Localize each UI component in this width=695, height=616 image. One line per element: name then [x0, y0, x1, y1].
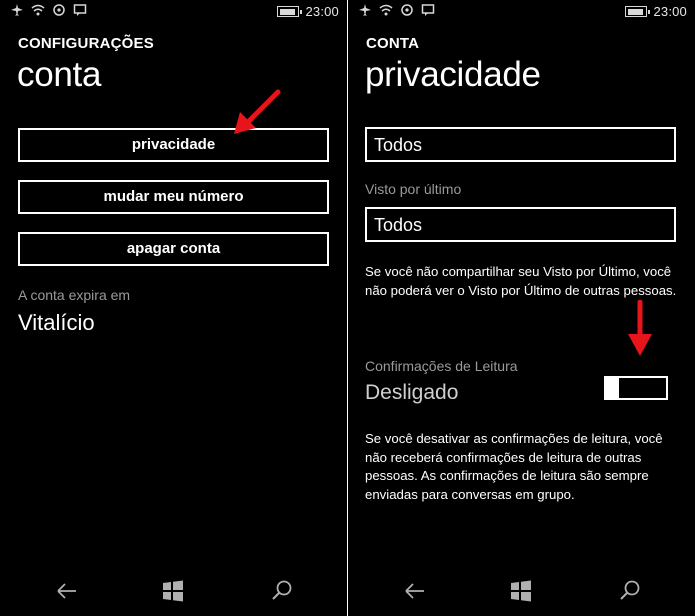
read-receipts-label: Confirmações de Leitura — [365, 358, 518, 374]
back-icon[interactable] — [402, 578, 428, 604]
toggle-knob — [606, 376, 619, 400]
delete-account-button[interactable]: apagar conta — [18, 232, 329, 266]
select-value: Todos — [374, 135, 423, 155]
windows-start-icon[interactable] — [508, 578, 534, 604]
battery-icon — [277, 6, 302, 17]
annotation-arrow-icon — [234, 89, 281, 134]
read-receipts-toggle[interactable] — [604, 376, 668, 400]
status-bar: 23:00 — [348, 0, 695, 24]
last-seen-note: Se você não compartilhar seu Visto por Ú… — [365, 264, 677, 298]
message-icon — [73, 3, 87, 17]
windows-start-icon[interactable] — [160, 578, 186, 604]
section-label: CONFIGURAÇÕES — [18, 35, 154, 52]
airplane-icon — [358, 3, 372, 17]
section-label: CONTA — [366, 35, 420, 52]
airplane-icon — [10, 3, 24, 17]
status-clock: 23:00 — [653, 4, 687, 19]
annotation-arrow-icon — [628, 300, 652, 356]
wifi-icon — [31, 3, 45, 17]
navigation-bar — [348, 568, 695, 616]
last-seen-label: Visto por último — [365, 181, 462, 197]
change-number-button[interactable]: mudar meu número — [18, 180, 329, 214]
back-icon[interactable] — [54, 578, 80, 604]
phone-screen-account: 23:00 CONFIGURAÇÕES conta privacidade mu… — [0, 0, 347, 616]
expiry-label: A conta expira em — [18, 287, 131, 303]
profile-visibility-select[interactable]: Todos — [365, 127, 676, 162]
battery-icon — [625, 6, 650, 17]
phone-screen-privacy: 23:00 CONTA privacidade Todos Visto por … — [348, 0, 695, 616]
message-icon — [421, 3, 435, 17]
search-icon[interactable] — [269, 578, 295, 604]
page-title: conta — [17, 55, 102, 94]
read-receipts-state: Desligado — [365, 381, 459, 404]
status-clock: 23:00 — [305, 4, 339, 19]
status-bar: 23:00 — [0, 0, 347, 24]
wifi-icon — [379, 3, 393, 17]
location-icon — [52, 3, 66, 17]
read-receipts-note: Se você desativar as confirmações de lei… — [365, 431, 663, 502]
expiry-value: Vitalício — [18, 310, 95, 335]
select-value: Todos — [374, 215, 423, 235]
last-seen-select[interactable]: Todos — [365, 207, 676, 242]
search-icon[interactable] — [617, 578, 643, 604]
navigation-bar — [0, 568, 347, 616]
page-title: privacidade — [365, 55, 541, 94]
location-icon — [400, 3, 414, 17]
